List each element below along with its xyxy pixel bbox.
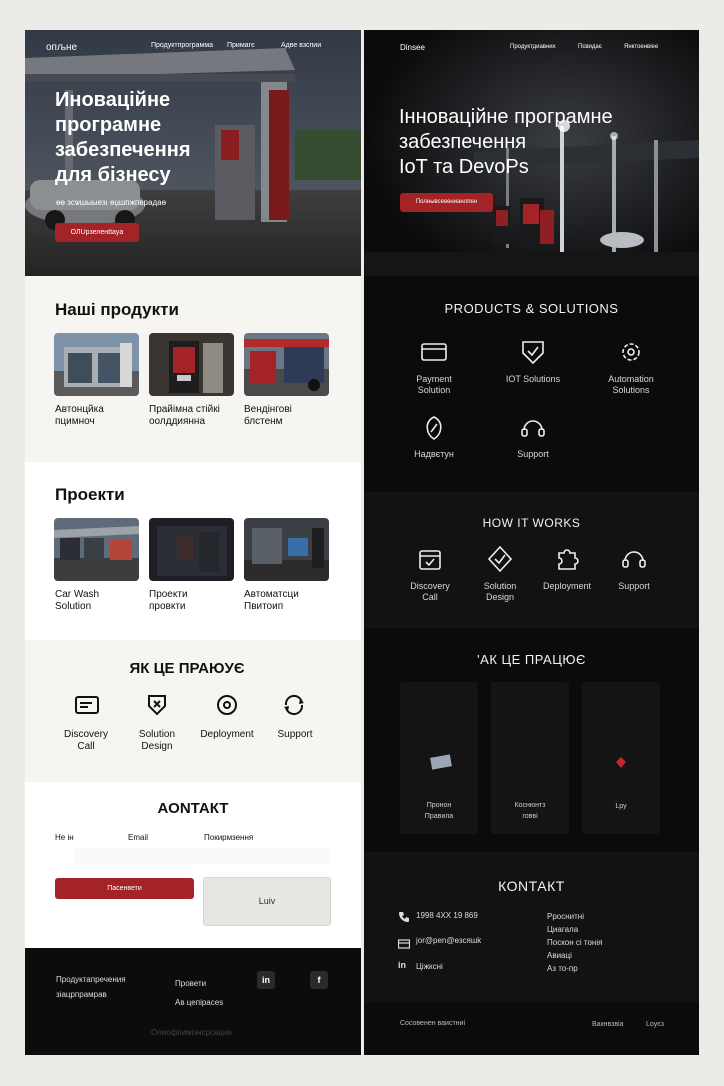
facebook-icon[interactable]: f <box>310 971 328 989</box>
card-label: Коснюнтз говві <box>514 802 546 820</box>
product-label[interactable]: IOT Solutions <box>493 374 573 385</box>
product-image-car-wash[interactable] <box>54 333 139 396</box>
phone-icon <box>398 910 410 922</box>
puzzle-icon <box>553 545 581 573</box>
step-label: Discovery Call <box>64 729 108 752</box>
project-label[interactable]: Проекти провкти <box>149 589 188 613</box>
name-field-label: Не ін <box>55 833 74 842</box>
how-it-works-ua-heading: 'АК ЦЕ ПРАЦЮЄ <box>477 652 586 667</box>
hero-cta-button[interactable]: ОЛUрзеленttayа <box>55 223 139 242</box>
products-heading: Наші продукти <box>55 300 179 319</box>
nav-link-services[interactable]: Псвидає <box>578 44 602 50</box>
check-badge-icon <box>486 545 514 573</box>
footer-copyright: Сосовенен ваистниі <box>400 1020 466 1027</box>
card-label: Пронон Правила <box>424 802 454 820</box>
contact-heading: КОNТАКТ <box>498 878 565 894</box>
process-card[interactable]: Пронон Правила <box>400 682 478 834</box>
project-image-dark[interactable] <box>149 518 234 581</box>
footer: Продуктапречения зіацрпрамрав Провети Ав… <box>25 948 361 1055</box>
rotate-icon <box>214 692 240 718</box>
dark-theme-page: Dinsee Продуктдиавних Псвидає Янктоенвіе… <box>364 30 699 1055</box>
submit-button[interactable]: Пасенвети <box>55 878 194 899</box>
step-label: Support <box>618 581 650 591</box>
product-label[interactable]: Automation Solutions <box>591 374 671 396</box>
secondary-button[interactable]: Luiv <box>203 877 331 926</box>
process-card[interactable]: Коснюнтз говві <box>491 682 569 834</box>
calendar-icon <box>416 545 444 573</box>
contact-heading: АОNТАКТ <box>157 800 229 817</box>
footer-links-col1[interactable]: Продуктапречения зіацрпрамрав <box>56 972 126 1002</box>
hero-section: Dinsee Продуктдиавних Псвидає Янктоенвіе… <box>364 30 699 276</box>
footer-link[interactable]: Lоуєз <box>646 1021 664 1028</box>
nav-link-products[interactable]: Продуктпрограмма <box>151 42 213 49</box>
contact-section <box>364 852 699 1002</box>
nav-link-contacts[interactable]: Адве взспии <box>281 42 321 49</box>
product-label[interactable]: Надвєтун <box>394 449 474 460</box>
logo[interactable]: Dinsee <box>400 43 425 52</box>
device-icon <box>430 754 452 770</box>
product-label[interactable]: Прайімна стійкі оолддиянна <box>149 404 220 428</box>
nav-link-contacts[interactable]: Янктоенвіее <box>624 44 658 50</box>
hero-cta-button[interactable]: Полнывсевенианлпен <box>400 193 493 212</box>
message-field-label: Покирмзення <box>204 833 254 842</box>
linkedin-icon[interactable]: in <box>257 971 275 989</box>
project-image-car-wash[interactable] <box>54 518 139 581</box>
contact-input-field[interactable] <box>73 848 329 864</box>
hero-title: Інноваційне програмне забезпечення IoT т… <box>399 106 613 178</box>
gear-icon <box>617 338 645 366</box>
logo[interactable]: опљне <box>46 42 77 53</box>
project-label[interactable]: Автоматсци Пвитоип <box>244 589 299 613</box>
projects-heading: Проекти <box>55 485 125 504</box>
step-label: Solution Design <box>138 729 176 752</box>
card-label: Lpy <box>615 803 627 810</box>
process-card[interactable]: Lpy <box>582 682 660 834</box>
footer-links-col2[interactable]: Провети Ав цепірасеs <box>175 974 223 1012</box>
product-image-pay-station[interactable] <box>149 333 234 396</box>
linkedin-icon: in <box>398 960 406 970</box>
step-label: Support <box>277 729 313 740</box>
hero-subtitle: ѳѳ зсѡшыыезı ѳџшпжпврадаѳ <box>56 198 167 207</box>
payment-card-icon <box>420 338 448 366</box>
contact-email[interactable]: јоr@рen@ѳзсяшk <box>416 936 481 945</box>
email-icon <box>397 936 411 949</box>
nav-link-products[interactable]: Продуктдиавних <box>510 44 556 50</box>
how-it-works-section <box>364 492 699 628</box>
headset-icon <box>620 545 648 573</box>
footer-link[interactable]: Вакнвзвіа <box>592 1021 624 1028</box>
leaf-icon <box>420 414 448 442</box>
shield-x-icon <box>144 692 170 718</box>
card-icon <box>74 692 100 718</box>
footer-copyright: Олиофпимізнсрсацие <box>151 1028 232 1037</box>
product-label[interactable]: Support <box>493 449 573 460</box>
email-field-label: Email <box>128 833 149 842</box>
headset-icon <box>519 414 547 442</box>
products-solutions-heading: PRODUCTS & SOLUTIONS <box>444 301 619 316</box>
product-label[interactable]: Payment Solution <box>394 374 474 396</box>
product-image-vending[interactable] <box>244 333 329 396</box>
nav-link-about[interactable]: Примагє <box>227 42 255 49</box>
product-label[interactable]: Вендінгові блстенм <box>244 404 292 428</box>
contact-links[interactable]: Рроснитні Циагала Поскон сі тонія Авиаці… <box>547 910 602 975</box>
contact-linkedin[interactable]: Ціжксні <box>416 962 443 971</box>
light-theme-page: опљне Продуктпрограмма Примагє Адве взсп… <box>25 30 361 1055</box>
shield-icon <box>616 757 626 768</box>
how-it-works-heading: HOW IT WORKS <box>482 516 581 530</box>
hero-section: опљне Продуктпрограмма Примагє Адве взсп… <box>25 30 361 276</box>
step-label: Discovery Call <box>410 581 450 602</box>
step-label: Deployment <box>200 729 254 740</box>
contact-phone[interactable]: 1998 4ХХ 19 869 <box>416 911 478 920</box>
shield-check-icon <box>519 338 547 366</box>
cycle-arrows-icon <box>281 692 307 718</box>
project-image-automation[interactable] <box>244 518 329 581</box>
how-it-works-heading: ЯК ЦЕ ПРАЮУЄ <box>129 660 245 677</box>
hero-title: Иноваційне програмне забезпечення для бі… <box>55 89 191 186</box>
product-label[interactable]: Автонцйка пцимноч <box>55 404 104 428</box>
project-label[interactable]: Car Wash Solution <box>55 589 99 613</box>
